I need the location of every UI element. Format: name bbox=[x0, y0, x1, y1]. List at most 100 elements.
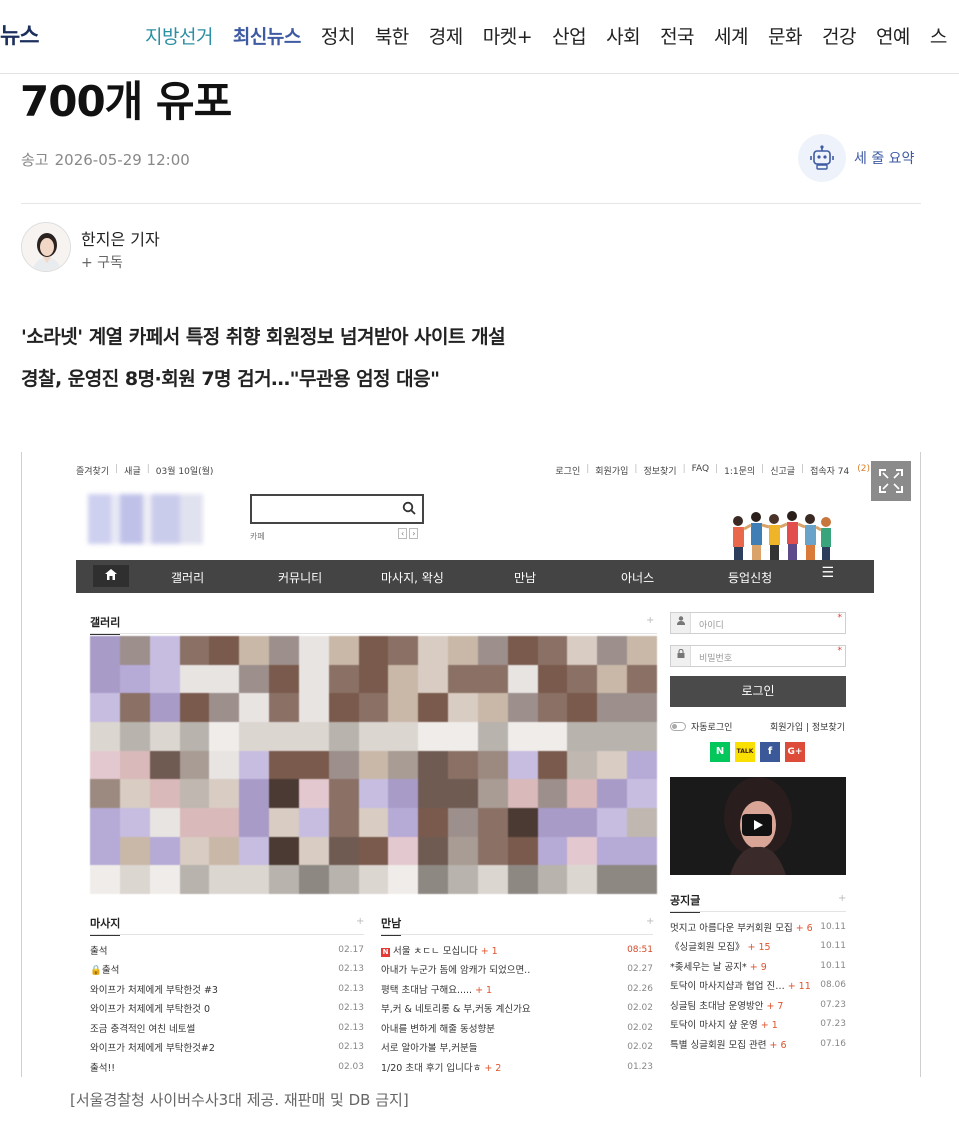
gallery-more-icon[interactable]: + bbox=[646, 615, 654, 626]
nav-item[interactable]: 산업 bbox=[552, 22, 586, 49]
subscribe-button[interactable]: + 구독 bbox=[81, 252, 123, 272]
password-placeholder: 비밀번호 bbox=[699, 654, 733, 664]
menu-item-honors[interactable]: 아너스 bbox=[621, 569, 654, 586]
next-arrow-icon[interactable]: › bbox=[409, 528, 419, 539]
auto-login-toggle[interactable]: 자동로그인 bbox=[670, 720, 732, 733]
toggle-icon[interactable] bbox=[670, 722, 686, 731]
reporter-avatar[interactable] bbox=[21, 222, 71, 272]
home-icon[interactable] bbox=[93, 565, 129, 587]
blurred-logo bbox=[88, 494, 203, 544]
menu-item-massage[interactable]: 마사지, 왁싱 bbox=[381, 569, 444, 586]
nav-item[interactable]: 스 bbox=[930, 22, 947, 49]
list-item[interactable]: *좆세우는 날 공지* + 9 10.11 bbox=[670, 956, 846, 976]
list-item[interactable]: 아내를 변하게 해줄 동성향분 02.02 bbox=[381, 1018, 653, 1038]
nav-item[interactable]: 경제 bbox=[429, 22, 463, 49]
list-item[interactable]: 1/20 초대 후기 입니다ㅎ + 2 01.23 bbox=[381, 1057, 653, 1077]
kakao-login-icon[interactable]: TALK bbox=[735, 742, 755, 762]
google-login-icon[interactable]: G+ bbox=[785, 742, 805, 762]
meet-more-icon[interactable]: + bbox=[646, 916, 654, 927]
list-item-date: 02.02 bbox=[627, 1022, 653, 1033]
list-item-title-wrap: 조금 충격적인 여친 네토썰 bbox=[90, 1021, 195, 1035]
list-item-title-wrap: 와이프가 처제에게 부탁한것 #3 bbox=[90, 982, 218, 996]
play-icon[interactable] bbox=[742, 814, 772, 836]
list-item[interactable]: 토닥이 마사지 샾 운영 + 1 07.23 bbox=[670, 1015, 846, 1035]
util-link[interactable]: 로그인 bbox=[555, 464, 580, 477]
util-link[interactable]: 접속자 74 bbox=[810, 464, 849, 477]
three-line-summary-button[interactable]: 세 줄 요약 bbox=[798, 133, 914, 183]
list-item[interactable]: 싱글팀 초대남 운영방안 + 7 07.23 bbox=[670, 995, 846, 1015]
massage-more-icon[interactable]: + bbox=[356, 916, 364, 927]
login-id-field[interactable]: 아이디 * bbox=[670, 612, 846, 634]
nav-item[interactable]: 연예 bbox=[876, 22, 910, 49]
menu-item-upgrade[interactable]: 등업신청 bbox=[728, 569, 772, 586]
list-item[interactable]: 평택 초대남 구해요..... + 1 02.26 bbox=[381, 979, 653, 999]
lock-icon bbox=[671, 646, 691, 666]
list-item-title-wrap: 부,커 & 네토리롱 & 부,커동 계신가요 bbox=[381, 1001, 531, 1015]
search-icon[interactable] bbox=[402, 501, 416, 519]
nav-item[interactable]: 사회 bbox=[606, 22, 640, 49]
util-link[interactable]: 새글 bbox=[124, 464, 141, 477]
list-item-title-wrap: 평택 초대남 구해요..... + 1 bbox=[381, 982, 492, 996]
util-link[interactable]: 신고글 bbox=[770, 464, 795, 477]
list-item[interactable]: 멋지고 아름다운 부커회원 모집 + 6 10.11 bbox=[670, 917, 846, 937]
list-item[interactable]: 부,커 & 네토리롱 & 부,커동 계신가요 02.02 bbox=[381, 999, 653, 1019]
menu-item-meet[interactable]: 만남 bbox=[514, 569, 536, 586]
util-link[interactable]: 03월 10일(월) bbox=[156, 464, 214, 477]
meet-board-title[interactable]: 만남 bbox=[381, 915, 402, 936]
list-item[interactable]: 출석!! 02.03 bbox=[90, 1057, 364, 1077]
util-link[interactable]: 1:1문의 bbox=[724, 464, 755, 477]
gallery-title[interactable]: 갤러리 bbox=[90, 614, 121, 635]
list-item[interactable]: 와이프가 처제에게 부탁한것#2 02.13 bbox=[90, 1038, 364, 1058]
list-item-title: 아내를 변하게 해줄 동성향분 bbox=[381, 1023, 495, 1035]
nav-item[interactable]: 지방선거 bbox=[145, 22, 213, 49]
reporter-name[interactable]: 한지은 기자 bbox=[81, 226, 160, 250]
list-item[interactable]: 조금 충격적인 여친 네토썰 02.13 bbox=[90, 1018, 364, 1038]
naver-login-icon[interactable]: N bbox=[710, 742, 730, 762]
list-item-title: 토닥이 마사지 샾 운영 bbox=[670, 1020, 758, 1032]
list-item-title-wrap: 와이프가 처제에게 부탁한것#2 bbox=[90, 1040, 215, 1054]
top-navigation: 뉴스 지방선거 최신뉴스 정치 북한 경제 마켓+ 산업 사회 전국 세계 문화 건강 연예 스 bbox=[0, 0, 959, 74]
util-link[interactable]: FAQ bbox=[692, 464, 709, 477]
list-item[interactable]: 《싱글회원 모집》 + 15 10.11 bbox=[670, 937, 846, 957]
login-password-field[interactable]: 비밀번호 * bbox=[670, 645, 846, 667]
expand-image-button[interactable] bbox=[871, 461, 911, 501]
list-item[interactable]: 특별 싱글회원 모집 관련 + 6 07.16 bbox=[670, 1034, 846, 1054]
list-item-title-wrap: 🔒출석 bbox=[90, 962, 119, 976]
hamburger-menu-icon[interactable]: ☰ bbox=[821, 565, 834, 581]
list-item[interactable]: 토닥이 마사지샵과 협업 진… + 11 08.06 bbox=[670, 976, 846, 996]
join-find-links[interactable]: 회원가입 | 정보찾기 bbox=[770, 720, 845, 733]
nav-item[interactable]: 세계 bbox=[714, 22, 748, 49]
list-item[interactable]: 와이프가 처제에게 부탁한것 #3 02.13 bbox=[90, 979, 364, 999]
nav-item[interactable]: 건강 bbox=[822, 22, 856, 49]
nav-item[interactable]: 전국 bbox=[660, 22, 694, 49]
list-item[interactable]: 와이프가 처제에게 부탁한것 0 02.13 bbox=[90, 999, 364, 1019]
massage-board-title[interactable]: 마사지 bbox=[90, 915, 121, 936]
prev-arrow-icon[interactable]: ‹ bbox=[398, 528, 408, 539]
menu-item-community[interactable]: 커뮤니티 bbox=[278, 569, 322, 586]
list-item[interactable]: 서로 알아가볼 부,커분들 02.02 bbox=[381, 1038, 653, 1058]
site-logo[interactable]: 뉴스 bbox=[0, 18, 39, 50]
notice-more-icon[interactable]: + bbox=[838, 893, 846, 904]
util-link[interactable]: 정보찾기 bbox=[643, 464, 676, 477]
nav-item[interactable]: 문화 bbox=[768, 22, 802, 49]
nav-item[interactable]: 최신뉴스 bbox=[233, 22, 301, 49]
menu-item-gallery[interactable]: 갤러리 bbox=[171, 569, 204, 586]
util-link[interactable]: 즐겨찾기 bbox=[76, 464, 109, 477]
list-item-date: 10.11 bbox=[820, 921, 846, 932]
list-item[interactable]: N 서울 ㅊㄷㄴ 모십니다 + 1 08:51 bbox=[381, 940, 653, 960]
list-item[interactable]: 출석 02.17 bbox=[90, 940, 364, 960]
list-item[interactable]: 아내가 누군가 돔에 암캐가 되었으면.. 02.27 bbox=[381, 960, 653, 980]
util-link[interactable]: 회원가입 bbox=[595, 464, 628, 477]
list-item-title: 와이프가 처제에게 부탁한것 #3 bbox=[90, 984, 218, 996]
promo-video[interactable] bbox=[670, 777, 846, 875]
nav-item[interactable]: 마켓+ bbox=[483, 22, 533, 49]
site-search-input[interactable] bbox=[250, 494, 424, 524]
list-item-date: 02.13 bbox=[338, 1042, 364, 1053]
nav-item[interactable]: 북한 bbox=[375, 22, 409, 49]
nav-item[interactable]: 정치 bbox=[321, 22, 355, 49]
notice-board-title[interactable]: 공지글 bbox=[670, 892, 701, 913]
search-arrows[interactable]: ‹ › bbox=[396, 528, 419, 539]
login-button[interactable]: 로그인 bbox=[670, 676, 846, 707]
facebook-login-icon[interactable]: f bbox=[760, 742, 780, 762]
list-item[interactable]: 🔒출석 02.13 bbox=[90, 960, 364, 980]
